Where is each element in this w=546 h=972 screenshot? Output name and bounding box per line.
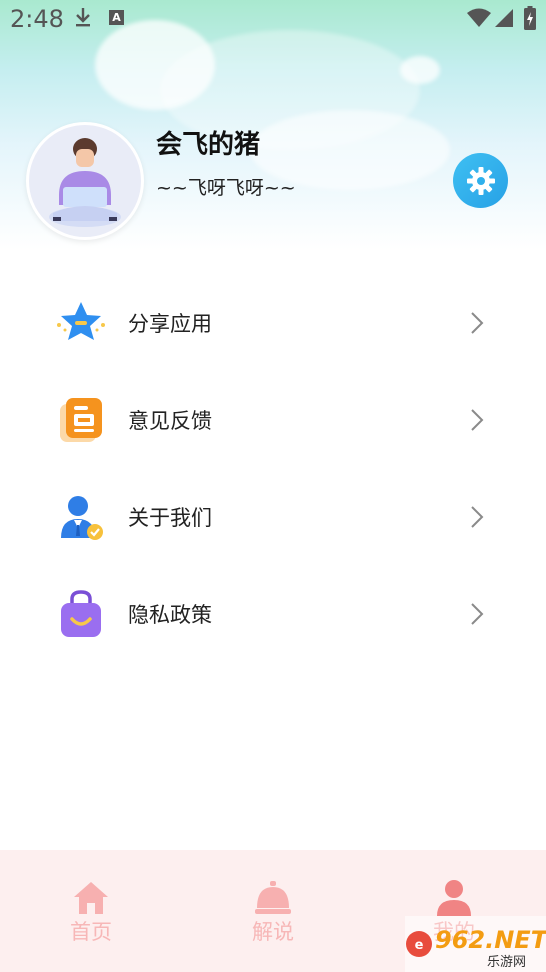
chevron-right-icon	[471, 603, 484, 625]
tab-label: 首页	[70, 920, 112, 944]
home-icon	[74, 882, 108, 914]
tab-label: 解说	[252, 920, 294, 944]
avatar-person-icon	[49, 138, 121, 227]
menu-item-about[interactable]: 关于我们	[0, 472, 546, 562]
download-icon	[76, 8, 90, 27]
wifi-icon	[467, 8, 491, 27]
signal-icon	[495, 9, 513, 27]
menu-item-label: 意见反馈	[128, 409, 212, 433]
menu-item-privacy[interactable]: 隐私政策	[0, 569, 546, 659]
gear-icon	[466, 166, 495, 195]
tab-commentary[interactable]: 解说	[213, 850, 333, 950]
status-time: 2:48	[10, 5, 64, 33]
feedback-icon	[60, 398, 102, 442]
menu-item-feedback[interactable]: 意见反馈	[0, 375, 546, 465]
profile-signature: ~~飞呀飞呀~~	[156, 177, 296, 199]
profile-name: 会飞的猪	[156, 130, 261, 160]
watermark-logo: e 962.NET 乐游网	[405, 916, 546, 972]
menu-item-label: 分享应用	[128, 312, 212, 336]
settings-button[interactable]	[453, 153, 508, 208]
about-user-icon	[61, 496, 103, 540]
tab-home[interactable]: 首页	[31, 850, 151, 950]
menu-item-share[interactable]: 分享应用	[0, 278, 546, 368]
keyboard-a-icon: A	[109, 10, 124, 25]
status-bar: 2:48 A	[0, 0, 546, 38]
svg-text:962.NET: 962.NET	[435, 926, 546, 954]
chevron-right-icon	[471, 506, 484, 528]
privacy-bag-icon	[61, 590, 101, 637]
avatar[interactable]	[26, 122, 144, 240]
svg-text:乐游网: 乐游网	[487, 955, 526, 970]
star-icon	[57, 302, 105, 340]
menu-item-label: 隐私政策	[128, 603, 212, 627]
profile-icon	[437, 880, 471, 916]
battery-icon	[524, 6, 536, 30]
svg-text:e: e	[415, 938, 424, 953]
chevron-right-icon	[471, 312, 484, 334]
menu-item-label: 关于我们	[128, 506, 212, 530]
chevron-right-icon	[471, 409, 484, 431]
bell-icon	[255, 881, 291, 914]
